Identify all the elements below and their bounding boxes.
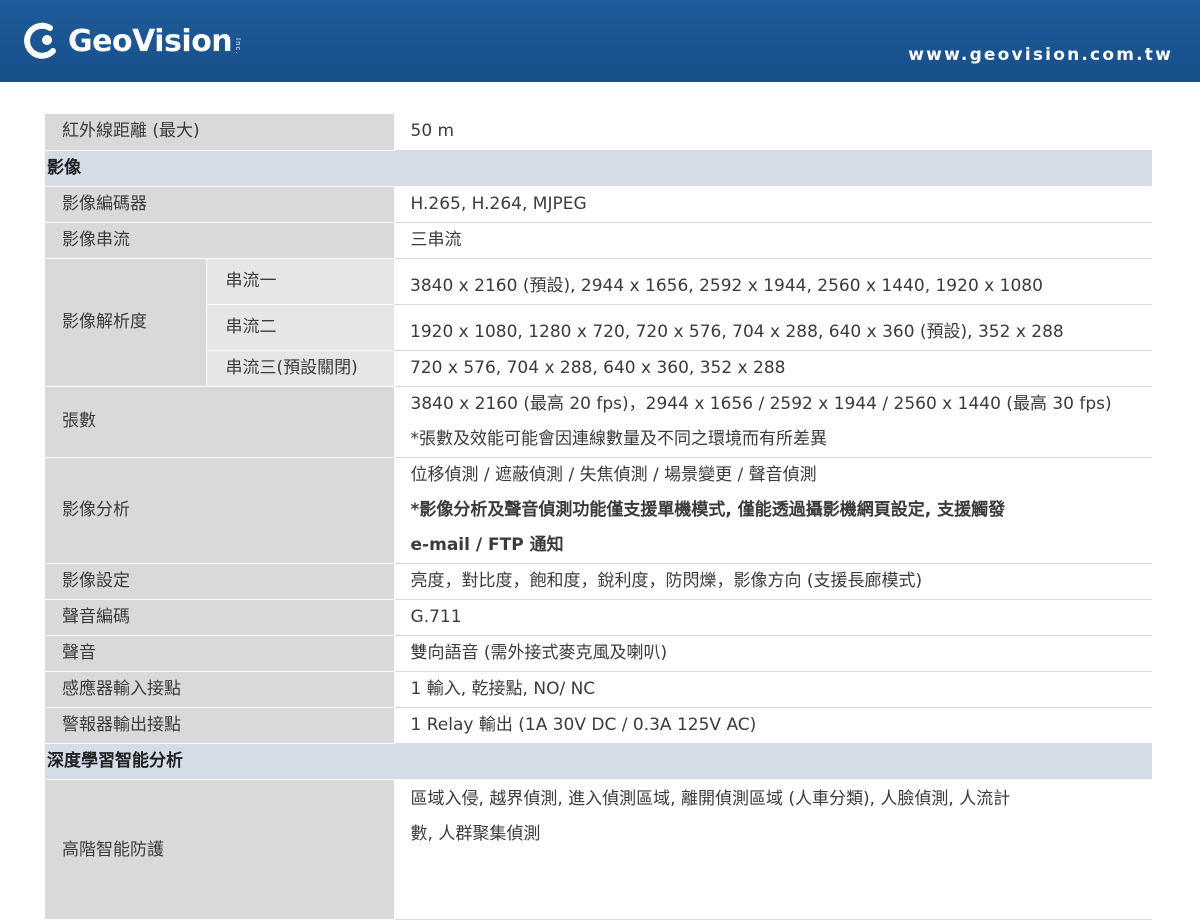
value-line: 數, 人群聚集偵測 [410, 823, 541, 844]
row-label: 影像設定 [45, 563, 395, 600]
row-label: 聲音編碼 [45, 599, 395, 636]
sub-label: 串流三(預設關閉) [206, 350, 395, 387]
table-row: 影像串流 三串流 [45, 222, 1153, 259]
value-line: *張數及效能可能會因連線數量及不同之環境而有所差異 [410, 428, 828, 449]
table-row: 串流二 1920 x 1080, 1280 x 720, 720 x 576, … [45, 304, 1153, 351]
row-label: 聲音 [45, 635, 395, 672]
row-label: 影像分析 [45, 457, 395, 564]
row-label: 高階智能防護 [45, 779, 395, 920]
table-row: 影像編碼器 H.265, H.264, MJPEG [45, 186, 1153, 223]
spec-table: 紅外線距離 (最大) 50 m 影像 影像編碼器 H.265, H.264, M… [45, 114, 1153, 920]
table-row: 聲音 雙向語音 (需外接式麥克風及喇叭) [45, 635, 1153, 672]
value-line: 位移偵測 / 遮蔽偵測 / 失焦偵測 / 場景變更 / 聲音偵測 [410, 464, 817, 485]
page-header: GeoVision Inc. www.geovision.com.tw [0, 0, 1200, 82]
table-row: 高階智能防護 區域入侵, 越界偵測, 進入偵測區域, 離開偵測區域 (人車分類)… [45, 779, 1153, 920]
section-header-ai: 深度學習智能分析 [45, 743, 1153, 780]
row-value: 區域入侵, 越界偵測, 進入偵測區域, 離開偵測區域 (人車分類), 人臉偵測,… [394, 779, 1153, 920]
section-title: 影像 [45, 150, 1153, 187]
row-value: 1 Relay 輸出 (1A 30V DC / 0.3A 125V AC) [394, 707, 1153, 744]
row-label: 紅外線距離 (最大) [45, 114, 395, 151]
table-row: 影像分析 位移偵測 / 遮蔽偵測 / 失焦偵測 / 場景變更 / 聲音偵測 *影… [45, 457, 1153, 564]
geovision-logo-icon [24, 22, 56, 59]
row-label: 影像串流 [45, 222, 395, 259]
row-value: 3840 x 2160 (最高 20 fps)，2944 x 1656 / 25… [394, 386, 1153, 458]
row-label: 張數 [45, 386, 395, 458]
value-line: e-mail / FTP 通知 [410, 534, 564, 555]
table-row: 串流三(預設關閉) 720 x 576, 704 x 288, 640 x 36… [45, 350, 1153, 387]
row-value: 位移偵測 / 遮蔽偵測 / 失焦偵測 / 場景變更 / 聲音偵測 *影像分析及聲… [394, 457, 1153, 564]
row-value: 雙向語音 (需外接式麥克風及喇叭) [394, 635, 1153, 672]
table-row: 紅外線距離 (最大) 50 m [45, 114, 1153, 151]
row-value: 3840 x 2160 (預設), 2944 x 1656, 2592 x 19… [394, 258, 1153, 305]
row-label: 警報器輸出接點 [45, 707, 395, 744]
table-row: 感應器輸入接點 1 輸入, 乾接點, NO/ NC [45, 671, 1153, 708]
brand-name: GeoVision [68, 23, 233, 59]
brand-suffix: Inc. [234, 37, 243, 55]
row-label: 感應器輸入接點 [45, 671, 395, 708]
table-row: 警報器輸出接點 1 Relay 輸出 (1A 30V DC / 0.3A 125… [45, 707, 1153, 744]
value-line: 3840 x 2160 (最高 20 fps)，2944 x 1656 / 25… [410, 393, 1112, 414]
website-url[interactable]: www.geovision.com.tw [908, 45, 1173, 65]
row-label: 影像編碼器 [45, 186, 395, 223]
row-value: G.711 [394, 599, 1153, 636]
section-header-video: 影像 [45, 150, 1153, 187]
row-value: H.265, H.264, MJPEG [394, 186, 1153, 223]
row-value: 亮度，對比度，飽和度，銳利度，防閃爍，影像方向 (支援長廊模式) [394, 563, 1153, 600]
row-label: 影像解析度 [45, 258, 207, 387]
table-row: 聲音編碼 G.711 [45, 599, 1153, 636]
row-value: 1 輸入, 乾接點, NO/ NC [394, 671, 1153, 708]
geovision-logo: GeoVision Inc. [20, 14, 242, 68]
table-row: 影像設定 亮度，對比度，飽和度，銳利度，防閃爍，影像方向 (支援長廊模式) [45, 563, 1153, 600]
row-value: 720 x 576, 704 x 288, 640 x 360, 352 x 2… [394, 350, 1153, 387]
row-value: 50 m [394, 114, 1153, 151]
section-title: 深度學習智能分析 [45, 743, 1153, 780]
table-row: 影像解析度 串流一 3840 x 2160 (預設), 2944 x 1656,… [45, 258, 1153, 387]
value-line: 區域入侵, 越界偵測, 進入偵測區域, 離開偵測區域 (人車分類), 人臉偵測,… [410, 788, 1011, 809]
table-row: 張數 3840 x 2160 (最高 20 fps)，2944 x 1656 /… [45, 386, 1153, 458]
row-value: 1920 x 1080, 1280 x 720, 720 x 576, 704 … [394, 304, 1153, 351]
row-value: 三串流 [394, 222, 1153, 259]
sub-label: 串流一 [206, 258, 395, 305]
value-line: *影像分析及聲音偵測功能僅支援單機模式, 僅能透過攝影機網頁設定, 支援觸發 [410, 499, 1006, 520]
sub-label: 串流二 [206, 304, 395, 351]
